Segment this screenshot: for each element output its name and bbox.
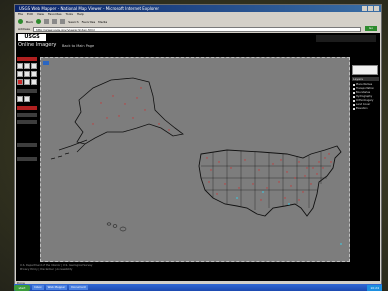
tools-header-bar: [17, 57, 37, 61]
home-icon[interactable]: [60, 19, 66, 24]
find-bar[interactable]: [17, 106, 37, 110]
select-icon[interactable]: [17, 79, 23, 85]
window-title: USGS Web Mapper - National Map Viewer - …: [19, 6, 159, 11]
checkbox-icon[interactable]: [353, 107, 355, 110]
maximize-button[interactable]: [368, 6, 373, 11]
full-extent-icon[interactable]: [31, 71, 37, 77]
taskbar-item[interactable]: Web Mapper: [45, 285, 68, 290]
close-button[interactable]: [374, 6, 379, 11]
address-input[interactable]: http://www.usgs.gov/viewer/index.html: [32, 26, 361, 32]
layer-item[interactable]: Elevation: [353, 107, 368, 110]
refresh-icon[interactable]: [52, 19, 58, 24]
print-icon[interactable]: [31, 79, 37, 85]
hawaii-shape: [106, 222, 127, 232]
search-button[interactable]: Search: [68, 20, 78, 24]
measure-icon[interactable]: [24, 71, 30, 77]
layer-item[interactable]: Transportation: [353, 87, 374, 90]
taskbar: start Inbox Web Mapper Document 10:24: [14, 284, 382, 291]
scale-bar: [17, 157, 37, 161]
favorites-button[interactable]: Favorites: [82, 20, 96, 24]
taskbar-item[interactable]: Inbox: [32, 285, 44, 290]
address-label: Address: [18, 27, 30, 31]
header-banner: [316, 35, 376, 42]
system-clock: 10:24: [367, 284, 382, 291]
stop-icon[interactable]: [44, 19, 50, 24]
back-button[interactable]: Back: [26, 20, 33, 24]
page-content: USGS Online Imagery Back to Main Page La…: [16, 33, 380, 281]
start-button[interactable]: start: [14, 284, 30, 291]
identify-icon[interactable]: [17, 71, 23, 77]
options-bar[interactable]: [17, 120, 37, 124]
media-button[interactable]: Media: [98, 20, 107, 24]
next-extent-icon[interactable]: [24, 96, 30, 102]
usgs-logo[interactable]: USGS: [18, 34, 46, 41]
checkbox-icon[interactable]: [353, 91, 355, 94]
checkbox-icon[interactable]: [353, 99, 355, 102]
minimize-button[interactable]: [362, 6, 367, 11]
tools-divider: [17, 89, 37, 93]
browser-window: USGS Web Mapper - National Map Viewer - …: [14, 4, 382, 287]
zoom-out-icon[interactable]: [24, 63, 30, 69]
layer-panel: Layers Place Names Transportation Bounda…: [352, 65, 379, 145]
zoom-in-icon[interactable]: [17, 63, 23, 69]
checkbox-icon[interactable]: [353, 87, 355, 90]
map-view[interactable]: [40, 57, 350, 262]
app-title: Online Imagery: [18, 42, 57, 48]
checkbox-icon[interactable]: [353, 95, 355, 98]
checkbox-icon[interactable]: [353, 83, 355, 86]
taskbar-item[interactable]: Document: [69, 285, 88, 290]
checkbox-icon[interactable]: [353, 103, 355, 106]
title-bar: USGS Web Mapper - National Map Viewer - …: [15, 5, 381, 12]
overview-map[interactable]: [352, 65, 378, 75]
layer-item[interactable]: Boundaries: [353, 91, 370, 94]
forward-arrow-icon[interactable]: [36, 19, 42, 24]
layers-title: Layers: [352, 77, 379, 81]
address-bar: Address http://www.usgs.gov/viewer/index…: [15, 26, 381, 32]
previous-extent-icon[interactable]: [17, 96, 23, 102]
layer-item[interactable]: Land Cover: [353, 103, 370, 106]
layer-item[interactable]: Orthoimagery: [353, 99, 373, 102]
go-button[interactable]: Go: [365, 26, 377, 31]
back-to-main-link[interactable]: Back to Main Page: [62, 44, 94, 48]
browser-toolbar: Back Search Favorites Media: [15, 17, 381, 26]
search-field[interactable]: [17, 113, 37, 117]
footer-line-1[interactable]: U.S. Department of the Interior | U.S. G…: [20, 264, 92, 267]
page-header: USGS Online Imagery Back to Main Page: [16, 33, 380, 52]
contiguous-us-shape: [198, 145, 342, 217]
back-arrow-icon[interactable]: [18, 19, 23, 24]
map-tools-panel: [16, 53, 38, 253]
map-canvas: [50, 77, 342, 245]
layer-item[interactable]: Place Names: [353, 83, 372, 86]
pan-icon[interactable]: [31, 63, 37, 69]
alaska-shape: [74, 77, 184, 145]
footer-line-2[interactable]: Privacy Policy | Disclaimer | Accessibil…: [20, 268, 72, 271]
layer-item[interactable]: Hydrography: [353, 95, 372, 98]
legend-bar[interactable]: [17, 143, 37, 147]
clear-icon[interactable]: [24, 79, 30, 85]
